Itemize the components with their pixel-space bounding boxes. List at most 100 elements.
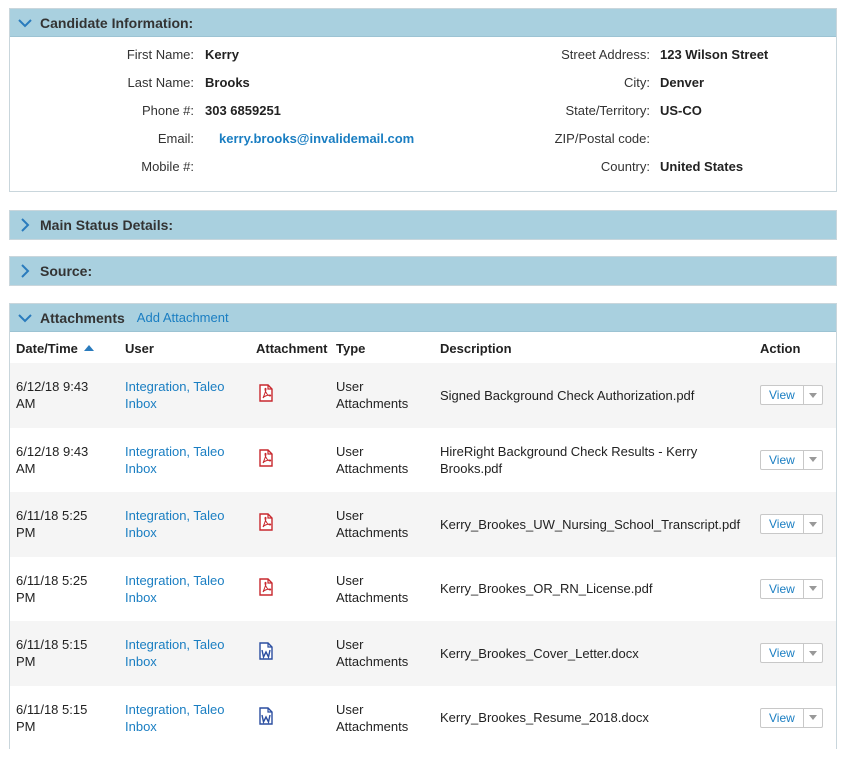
datetime-cell: 6/11/18 5:25 PM: [10, 492, 119, 557]
type-text: User: [336, 572, 364, 588]
chevron-down-icon[interactable]: [804, 515, 822, 533]
chevron-down-icon[interactable]: [804, 709, 822, 727]
datetime-cell: 6/11/18 5:25 PM: [10, 557, 119, 622]
user-link[interactable]: Integration, Taleo Inbox: [125, 637, 225, 669]
action-cell: View: [754, 557, 836, 622]
last-name-value: Brooks: [205, 75, 250, 90]
word-icon[interactable]: [258, 642, 274, 664]
chevron-down-icon[interactable]: [804, 580, 822, 598]
type-cell: User Attachments: [330, 492, 434, 557]
action-button-group: View: [760, 514, 823, 535]
attachments-title: Attachments: [40, 309, 125, 326]
last-name-label: Last Name:: [127, 75, 194, 90]
description-cell: Kerry_Brookes_Resume_2018.docx: [434, 686, 754, 751]
user-link[interactable]: Integration, Taleo Inbox: [125, 702, 225, 734]
add-attachment-link[interactable]: Add Attachment: [137, 310, 229, 325]
type-text: Attachments: [336, 718, 409, 734]
type-cell: User Attachments: [330, 686, 434, 751]
candidate-info-header[interactable]: Candidate Information:: [10, 9, 836, 37]
user-link[interactable]: Integration, Taleo Inbox: [125, 508, 225, 540]
attachments-header[interactable]: Attachments Add Attachment: [10, 304, 836, 332]
type-cell: User Attachments: [330, 621, 434, 686]
action-button-group: View: [760, 578, 823, 599]
first-name-label: First Name:: [126, 47, 194, 62]
ampm-text: PM: [16, 718, 36, 734]
type-cell: User Attachments: [330, 557, 434, 622]
ampm-text: PM: [16, 654, 36, 670]
view-button[interactable]: View: [761, 579, 804, 598]
description-cell: Signed Background Check Authorization.pd…: [434, 363, 754, 428]
user-cell: Integration, Taleo Inbox: [119, 557, 250, 622]
user-link[interactable]: Integration, Taleo Inbox: [125, 379, 225, 411]
pdf-icon[interactable]: [258, 578, 274, 600]
chevron-down-icon[interactable]: [804, 644, 822, 662]
user-link[interactable]: Integration, Taleo Inbox: [125, 444, 225, 476]
word-icon[interactable]: [258, 707, 274, 729]
column-header-attachment: Attachment: [256, 340, 328, 356]
email-link[interactable]: kerry.brooks@invalidemail.com: [219, 131, 414, 146]
country-label: Country:: [600, 159, 650, 174]
phone-label: Phone #:: [141, 103, 194, 118]
column-header-user: User: [125, 340, 154, 356]
source-title: Source:: [40, 263, 93, 279]
action-button-group: View: [760, 449, 823, 470]
type-text: Attachments: [336, 460, 409, 476]
chevron-down-icon[interactable]: [804, 386, 822, 404]
pdf-icon[interactable]: [258, 449, 274, 471]
type-text: Attachments: [336, 525, 409, 541]
type-text: User: [336, 379, 364, 395]
datetime-cell: 6/12/18 9:43 AM: [10, 428, 119, 493]
chevron-right-icon[interactable]: [10, 264, 40, 278]
description-text: Kerry_Brookes_Cover_Letter.docx: [440, 645, 639, 661]
view-button[interactable]: View: [761, 644, 804, 663]
ampm-text: AM: [16, 396, 36, 412]
main-status-header[interactable]: Main Status Details:: [10, 211, 836, 239]
attachment-cell: [250, 686, 330, 751]
description-text: Signed Background Check Authorization.pd…: [440, 387, 695, 403]
column-header-datetime[interactable]: Date/Time: [10, 333, 119, 363]
chevron-down-icon[interactable]: [10, 18, 40, 28]
phone-value: 303 6859251: [205, 103, 281, 118]
main-status-panel: Main Status Details:: [9, 210, 837, 240]
source-header[interactable]: Source:: [10, 257, 836, 285]
column-header-description: Description: [440, 340, 512, 356]
action-cell: View: [754, 428, 836, 493]
type-cell: User Attachments: [330, 428, 434, 493]
action-button-group: View: [760, 707, 823, 728]
type-text: User: [336, 508, 364, 524]
table-row: 6/11/18 5:25 PM Integration, Taleo Inbox U…: [10, 556, 836, 622]
datetime-cell: 6/11/18 5:15 PM: [10, 621, 119, 686]
chevron-right-icon[interactable]: [10, 218, 40, 232]
city-value: Denver: [660, 75, 705, 90]
view-button[interactable]: View: [761, 386, 804, 405]
date-text: 6/11/18 5:15: [16, 701, 88, 717]
chevron-down-icon[interactable]: [10, 313, 40, 323]
table-row: 6/12/18 9:43 AM Integration, Taleo Inbox U…: [10, 363, 836, 428]
view-button[interactable]: View: [761, 515, 804, 534]
view-button[interactable]: View: [761, 450, 804, 469]
sort-ascending-icon[interactable]: [83, 344, 94, 351]
type-cell: User Attachments: [330, 363, 434, 428]
user-cell: Integration, Taleo Inbox: [119, 492, 250, 557]
street-address-label: Street Address:: [561, 47, 650, 62]
type-text: Attachments: [336, 654, 409, 670]
action-cell: View: [754, 621, 836, 686]
user-cell: Integration, Taleo Inbox: [119, 621, 250, 686]
table-row: 6/12/18 9:43 AM Integration, Taleo Inbox U…: [10, 427, 836, 493]
pdf-icon[interactable]: [258, 513, 274, 535]
user-cell: Integration, Taleo Inbox: [119, 363, 250, 428]
description-text: Kerry_Brookes_UW_Nursing_School_Transcri…: [440, 516, 741, 532]
user-cell: Integration, Taleo Inbox: [119, 428, 250, 493]
action-cell: View: [754, 686, 836, 751]
view-button[interactable]: View: [761, 708, 804, 727]
attachments-panel: Attachments Add Attachment Date/Time Use…: [9, 303, 837, 751]
description-cell: Kerry_Brookes_Cover_Letter.docx: [434, 621, 754, 686]
user-link[interactable]: Integration, Taleo Inbox: [125, 573, 225, 605]
table-row: 6/11/18 5:15 PM Integration, Taleo Inbox U…: [10, 621, 836, 686]
chevron-down-icon[interactable]: [804, 451, 822, 469]
pdf-icon[interactable]: [258, 384, 274, 406]
state-label: State/Territory:: [565, 103, 650, 118]
action-cell: View: [754, 363, 836, 428]
date-text: 6/11/18 5:25: [16, 572, 88, 588]
type-text: Attachments: [336, 589, 409, 605]
